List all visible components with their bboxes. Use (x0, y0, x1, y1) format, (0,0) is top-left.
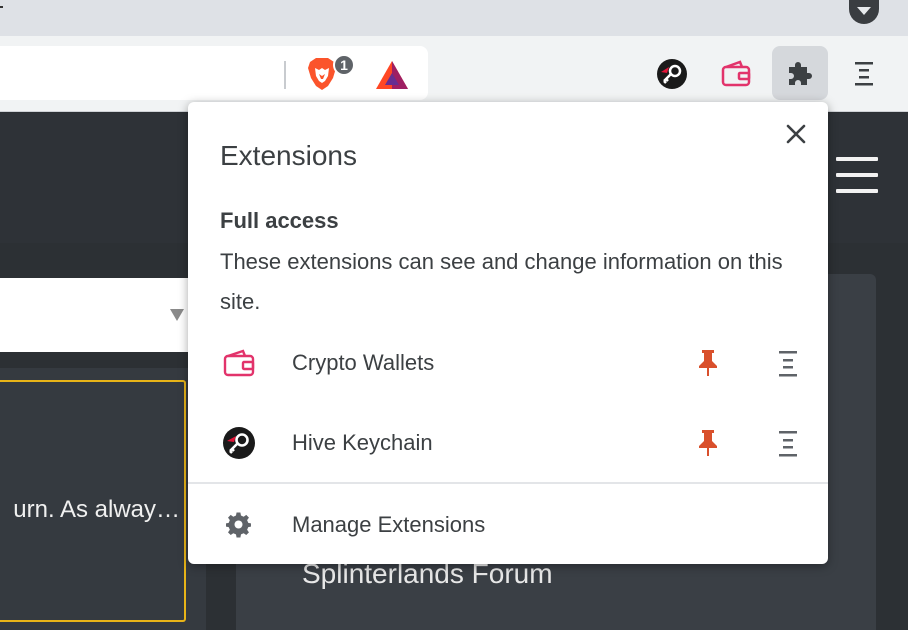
chevron-down-icon (170, 309, 184, 321)
extensions-popup: Extensions Full access These extensions … (188, 102, 828, 564)
browser-toolbar: 1 (0, 36, 908, 112)
crypto-wallets-icon (223, 349, 255, 377)
extension-row-hive-keychain[interactable]: Hive Keychain (188, 408, 828, 478)
site-menu-icon[interactable] (836, 157, 878, 193)
bat-rewards-icon[interactable] (374, 59, 410, 91)
pin-icon[interactable] (696, 428, 720, 458)
popup-title: Extensions (220, 140, 357, 171)
card-snippet: urn. As alway… (13, 496, 180, 523)
crypto-wallets-icon[interactable] (720, 60, 752, 88)
hive-keychain-icon (223, 427, 255, 459)
manage-extensions-button[interactable]: Manage Extensions (188, 494, 828, 554)
browser-menu-icon[interactable] (852, 60, 876, 88)
tab-strip (0, 0, 908, 36)
shield-count-badge: 1 (333, 54, 355, 76)
manage-extensions-label: Manage Extensions (292, 512, 486, 537)
tab-fragment (0, 6, 3, 8)
popup-divider (188, 482, 828, 484)
gear-icon (226, 512, 251, 538)
section-description: These extensions can see and change info… (220, 249, 783, 314)
extension-menu-icon[interactable] (776, 348, 800, 378)
extension-name: Hive Keychain (292, 430, 433, 455)
site-select[interactable] (0, 278, 192, 352)
extensions-button[interactable] (772, 46, 828, 100)
extension-row-crypto-wallets[interactable]: Crypto Wallets (188, 328, 828, 398)
extension-name: Crypto Wallets (292, 350, 435, 375)
address-bar[interactable]: 1 (0, 46, 428, 100)
section-title: Full access (220, 208, 339, 233)
extensions-puzzle-icon (789, 62, 812, 85)
extension-menu-icon[interactable] (776, 428, 800, 458)
close-icon[interactable] (782, 120, 810, 148)
hive-keychain-icon[interactable] (656, 58, 688, 90)
tab-search-button[interactable] (849, 0, 879, 24)
pin-icon[interactable] (696, 348, 720, 378)
omnibox-separator (284, 61, 286, 89)
